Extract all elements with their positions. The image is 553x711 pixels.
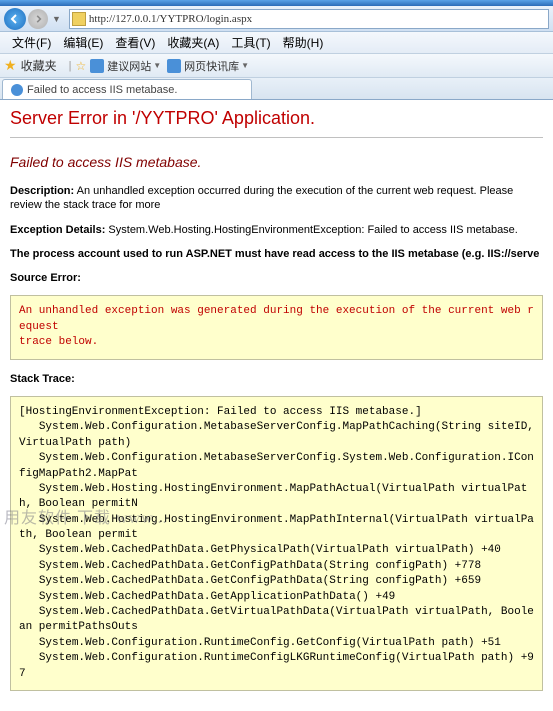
back-arrow-icon	[10, 14, 20, 24]
divider	[10, 137, 543, 138]
exception-label: Exception Details:	[10, 224, 105, 236]
menu-favorites[interactable]: 收藏夹(A)	[161, 32, 225, 53]
favorites-bar: ★ 收藏夹 | ☆ 建议网站 ▼ 网页快讯库 ▼	[0, 54, 553, 78]
page-favicon-icon	[72, 12, 86, 26]
stack-trace-block: [HostingEnvironmentException: Failed to …	[10, 396, 543, 691]
description-row: Description: An unhandled exception occu…	[10, 184, 543, 213]
menu-tools[interactable]: 工具(T)	[225, 32, 276, 53]
source-error-label: Source Error:	[10, 271, 543, 285]
separator: |	[69, 60, 72, 72]
favorites-star-icon[interactable]: ★	[4, 57, 17, 74]
menu-bar: 文件(F) 编辑(E) 查看(V) 收藏夹(A) 工具(T) 帮助(H)	[0, 32, 553, 54]
menu-view[interactable]: 查看(V)	[109, 32, 161, 53]
tab-title: Failed to access IIS metabase.	[27, 84, 177, 96]
watermark-text: 用友软件 下载 www...	[4, 504, 168, 528]
address-bar[interactable]: http://127.0.0.1/YYTPRO/login.aspx	[69, 9, 549, 29]
chevron-down-icon: ▼	[153, 61, 161, 70]
description-text: An unhandled exception occurred during t…	[10, 185, 513, 211]
suggested-sites-link[interactable]: 建议网站 ▼	[90, 58, 161, 74]
tab-strip: Failed to access IIS metabase.	[0, 78, 553, 100]
nav-dropdown-icon[interactable]: ▼	[52, 14, 61, 24]
favorites-label[interactable]: 收藏夹	[21, 57, 57, 74]
forward-arrow-icon	[34, 15, 42, 23]
process-note: The process account used to run ASP.NET …	[10, 247, 543, 261]
browser-tab[interactable]: Failed to access IIS metabase.	[2, 79, 252, 99]
quick-label: 网页快讯库	[184, 58, 239, 74]
error-subheading: Failed to access IIS metabase.	[10, 154, 543, 170]
source-error-block: An unhandled exception was generated dur…	[10, 295, 543, 359]
chevron-down-icon: ▼	[241, 61, 249, 70]
exception-text: System.Web.Hosting.HostingEnvironmentExc…	[108, 224, 517, 236]
menu-help[interactable]: 帮助(H)	[277, 32, 330, 53]
menu-edit[interactable]: 编辑(E)	[57, 32, 109, 53]
process-note-text: The process account used to run ASP.NET …	[10, 248, 539, 260]
ie-icon	[167, 59, 181, 73]
stack-trace-label: Stack Trace:	[10, 372, 543, 386]
page-content: Server Error in '/YYTPRO' Application. F…	[0, 100, 553, 711]
suggested-label: 建议网站	[107, 58, 151, 74]
nav-toolbar: ▼ http://127.0.0.1/YYTPRO/login.aspx	[0, 6, 553, 32]
address-text: http://127.0.0.1/YYTPRO/login.aspx	[89, 13, 546, 25]
exception-row: Exception Details: System.Web.Hosting.Ho…	[10, 223, 543, 237]
web-slice-link[interactable]: 网页快讯库 ▼	[167, 58, 249, 74]
tab-favicon-icon	[11, 84, 23, 96]
description-label: Description:	[10, 185, 74, 197]
error-heading: Server Error in '/YYTPRO' Application.	[10, 108, 543, 129]
back-button[interactable]	[4, 8, 26, 30]
suggested-star-icon: ☆	[75, 59, 86, 73]
ie-icon	[90, 59, 104, 73]
menu-file[interactable]: 文件(F)	[6, 32, 57, 53]
forward-button[interactable]	[28, 9, 48, 29]
